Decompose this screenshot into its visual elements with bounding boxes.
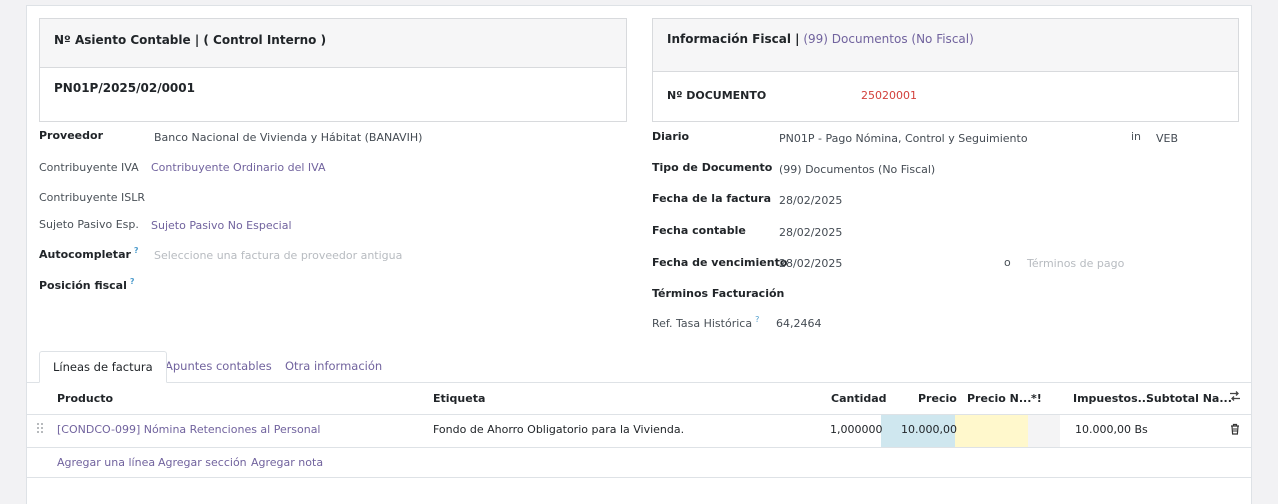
add-note-link[interactable]: Agregar nota bbox=[251, 456, 323, 469]
add-links-divider bbox=[27, 477, 1251, 478]
asiento-number: PN01P/2025/02/0001 bbox=[54, 81, 195, 95]
posicion-fiscal-label: Posición fiscal? bbox=[39, 277, 135, 292]
doc-number-value: 25020001 bbox=[861, 89, 917, 102]
fecha-contable-label: Fecha contable bbox=[652, 224, 746, 237]
currency-field[interactable]: VEB bbox=[1156, 132, 1178, 145]
tab-apuntes-contables[interactable]: Apuntes contables bbox=[152, 351, 285, 383]
fiscal-card-header: Información Fiscal | (99) Documentos (No… bbox=[653, 19, 1238, 72]
col-subtotal[interactable]: Subtotal Na... bbox=[1146, 392, 1232, 405]
tipo-documento-label: Tipo de Documento bbox=[652, 161, 773, 174]
sujeto-pasivo-link[interactable]: Sujeto Pasivo No Especial bbox=[151, 219, 292, 232]
autocompletar-label-text: Autocompletar bbox=[39, 248, 131, 261]
tab-otra-informacion[interactable]: Otra información bbox=[272, 351, 395, 383]
col-etiqueta[interactable]: Etiqueta bbox=[433, 392, 485, 405]
posicion-fiscal-field[interactable] bbox=[154, 277, 614, 295]
diario-in-label: in bbox=[1131, 130, 1142, 143]
table-row-divider bbox=[27, 447, 1251, 448]
vencimiento-or-label: o bbox=[1004, 256, 1011, 269]
col-excl[interactable]: *! bbox=[1031, 392, 1042, 405]
tipo-documento-field[interactable]: (99) Documentos (No Fiscal) bbox=[779, 163, 935, 176]
posicion-fiscal-label-text: Posición fiscal bbox=[39, 279, 127, 292]
proveedor-label: Proveedor bbox=[39, 129, 103, 142]
ref-tasa-help-icon[interactable]: ? bbox=[755, 315, 759, 324]
row-producto-link[interactable]: [CONDCO-099] Nómina Retenciones al Perso… bbox=[57, 423, 321, 436]
contribuyente-islr-label: Contribuyente ISLR bbox=[39, 191, 146, 204]
add-line-link[interactable]: Agregar una línea bbox=[57, 456, 155, 469]
autocompletar-label: Autocompletar? bbox=[39, 246, 139, 261]
terminos-facturacion-label: Términos Facturación bbox=[652, 287, 785, 300]
ref-tasa-value: 64,2464 bbox=[776, 317, 822, 330]
fiscal-card-title: Información Fiscal | (99) Documentos (No… bbox=[667, 32, 974, 46]
ref-tasa-label-text: Ref. Tasa Histórica bbox=[652, 317, 753, 330]
autocompletar-input[interactable]: Seleccione una factura de proveedor anti… bbox=[154, 249, 402, 262]
autocompletar-help-icon[interactable]: ? bbox=[134, 246, 139, 255]
asiento-card: Nº Asiento Contable | ( Control Interno … bbox=[39, 18, 627, 122]
row-precio[interactable]: 10.000,00 bbox=[901, 423, 957, 436]
diario-label: Diario bbox=[652, 130, 690, 143]
drag-handle-icon[interactable] bbox=[36, 422, 44, 437]
column-settings-icon[interactable] bbox=[1229, 390, 1241, 405]
contribuyente-iva-label: Contribuyente IVA bbox=[39, 161, 139, 174]
proveedor-field[interactable]: Banco Nacional de Vivienda y Hábitat (BA… bbox=[154, 131, 422, 144]
ref-tasa-label: Ref. Tasa Histórica? bbox=[652, 315, 759, 330]
excl-cell-bg bbox=[1028, 415, 1060, 447]
contribuyente-iva-link[interactable]: Contribuyente Ordinario del IVA bbox=[151, 161, 326, 174]
fecha-vencimiento-label: Fecha de vencimiento bbox=[652, 256, 788, 269]
net-price-cell-bg bbox=[955, 415, 1028, 447]
col-producto[interactable]: Producto bbox=[57, 392, 113, 405]
fiscal-card: Información Fiscal | (99) Documentos (No… bbox=[652, 18, 1239, 122]
delete-row-icon[interactable] bbox=[1230, 423, 1240, 438]
asiento-card-header: Nº Asiento Contable | ( Control Interno … bbox=[40, 19, 626, 68]
row-impuestos[interactable]: 10.000,00 Bs bbox=[1075, 423, 1148, 436]
add-section-link[interactable]: Agregar sección bbox=[158, 456, 247, 469]
fecha-contable-field[interactable]: 28/02/2025 bbox=[779, 226, 842, 239]
fecha-factura-field[interactable]: 28/02/2025 bbox=[779, 194, 842, 207]
row-cantidad[interactable]: 1,000000 bbox=[830, 423, 883, 436]
col-precio[interactable]: Precio bbox=[918, 392, 957, 405]
fiscal-header-label: Información Fiscal | bbox=[667, 32, 800, 46]
tab-lineas-factura[interactable]: Líneas de factura bbox=[39, 351, 167, 383]
sujeto-pasivo-label: Sujeto Pasivo Esp. bbox=[39, 218, 139, 231]
fecha-factura-label: Fecha de la factura bbox=[652, 192, 771, 205]
col-impuestos[interactable]: Impuestos... bbox=[1073, 392, 1150, 405]
col-precio-neto[interactable]: Precio N... bbox=[967, 392, 1031, 405]
col-cantidad[interactable]: Cantidad bbox=[831, 392, 887, 405]
fecha-vencimiento-field[interactable]: 28/02/2025 bbox=[779, 257, 842, 270]
fiscal-header-value: (99) Documentos (No Fiscal) bbox=[803, 32, 974, 46]
diario-field[interactable]: PN01P - Pago Nómina, Control y Seguimien… bbox=[779, 132, 1028, 145]
invoice-form-sheet: Nº Asiento Contable | ( Control Interno … bbox=[26, 5, 1252, 504]
asiento-card-title: Nº Asiento Contable | ( Control Interno … bbox=[54, 33, 327, 47]
terminos-pago-input[interactable]: Términos de pago bbox=[1027, 257, 1124, 270]
posicion-fiscal-help-icon[interactable]: ? bbox=[130, 277, 135, 286]
doc-number-label: Nº DOCUMENTO bbox=[667, 89, 767, 102]
row-etiqueta[interactable]: Fondo de Ahorro Obligatorio para la Vivi… bbox=[433, 423, 684, 436]
